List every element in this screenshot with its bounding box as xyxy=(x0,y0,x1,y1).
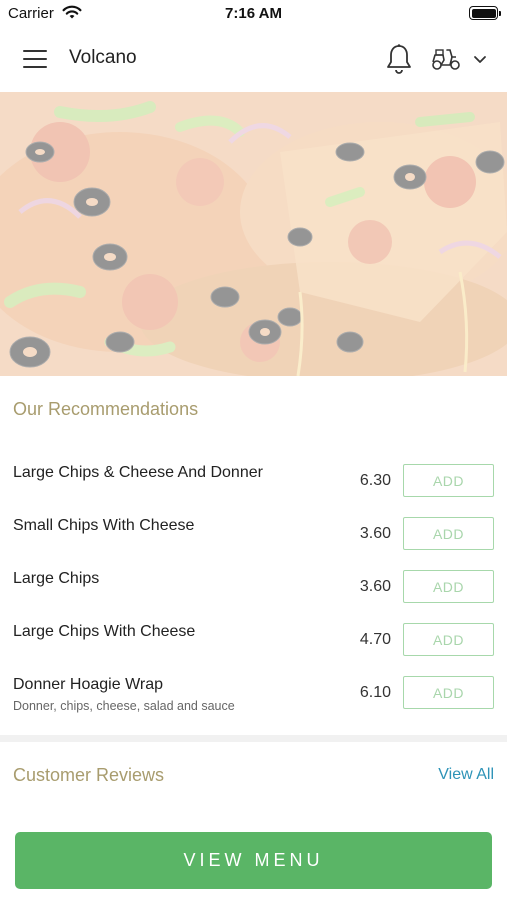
list-item: Large Chips With Cheese 4.70 ADD xyxy=(0,615,507,668)
item-price: 6.10 xyxy=(359,684,391,701)
item-price: 3.60 xyxy=(359,525,391,542)
item-name: Small Chips With Cheese xyxy=(13,517,195,534)
list-item: Small Chips With Cheese 3.60 ADD xyxy=(0,509,507,562)
add-to-cart-button[interactable]: ADD xyxy=(403,623,494,656)
item-name: Large Chips xyxy=(13,570,100,587)
view-all-reviews-link[interactable]: View All xyxy=(438,766,494,784)
chevron-down-icon[interactable] xyxy=(472,53,488,65)
recommendations-title: Our Recommendations xyxy=(13,399,199,419)
delivery-scooter-icon[interactable] xyxy=(430,46,462,72)
add-to-cart-button[interactable]: ADD xyxy=(403,676,494,709)
item-name: Large Chips & Cheese And Donner xyxy=(13,464,263,481)
add-to-cart-button[interactable]: ADD xyxy=(403,464,494,497)
item-name: Large Chips With Cheese xyxy=(13,623,196,640)
status-time: 7:16 AM xyxy=(225,5,282,22)
battery-icon xyxy=(469,6,501,20)
add-to-cart-button[interactable]: ADD xyxy=(403,570,494,603)
app-screen: Carrier 7:16 AM Volcano Our Recommendati… xyxy=(0,0,507,900)
hero-pizza-image xyxy=(0,92,507,376)
list-item: Donner Hoagie Wrap Donner, chips, cheese… xyxy=(0,668,507,721)
list-item: Large Chips & Cheese And Donner 6.30 ADD xyxy=(0,456,507,509)
add-to-cart-button[interactable]: ADD xyxy=(403,517,494,550)
status-bar: Carrier 7:16 AM xyxy=(0,0,507,26)
item-name: Donner Hoagie Wrap xyxy=(13,676,164,693)
bell-icon[interactable] xyxy=(384,43,414,75)
item-price: 4.70 xyxy=(359,631,391,648)
item-price: 3.60 xyxy=(359,578,391,595)
item-price: 6.30 xyxy=(359,472,391,489)
hamburger-menu-icon[interactable] xyxy=(23,50,47,68)
section-divider xyxy=(0,735,507,742)
list-item: Large Chips 3.60 ADD xyxy=(0,562,507,615)
app-header: Volcano xyxy=(0,26,507,92)
reviews-title: Customer Reviews xyxy=(13,765,165,785)
restaurant-title: Volcano xyxy=(69,47,137,68)
item-description: Donner, chips, cheese, salad and sauce xyxy=(13,699,235,713)
view-menu-button[interactable]: VIEW MENU xyxy=(15,832,492,889)
